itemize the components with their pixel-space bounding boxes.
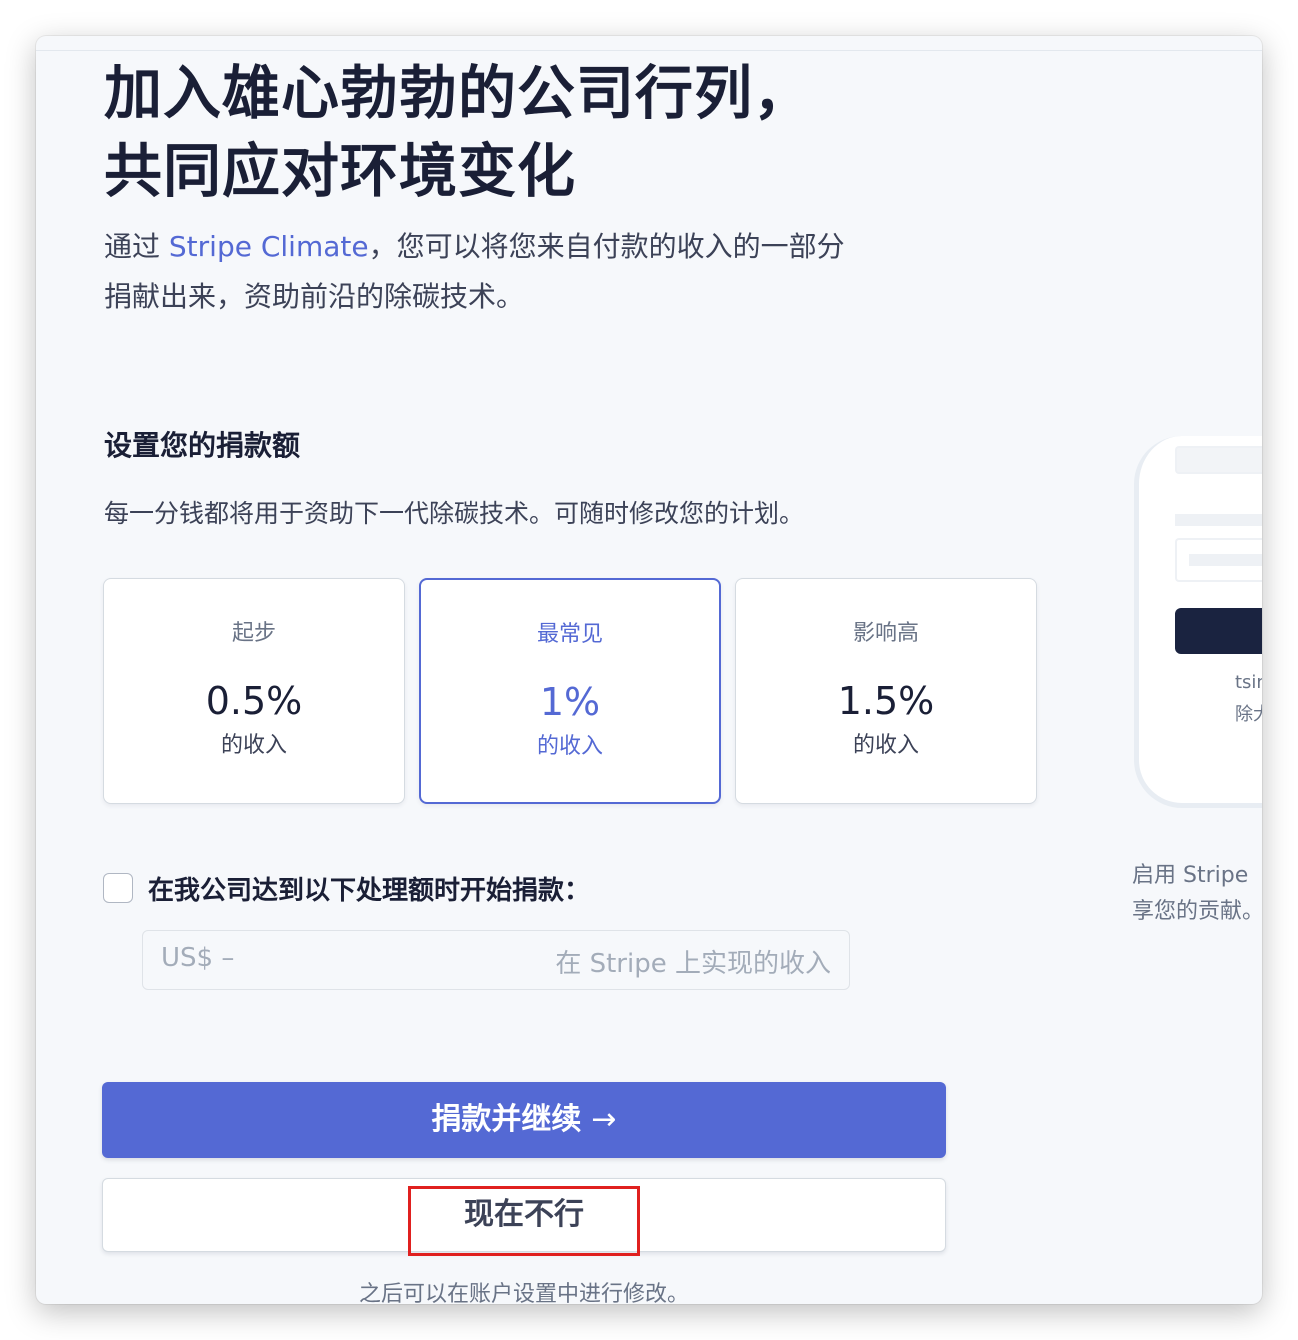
threshold-amount-input[interactable]: US$ – 在 Stripe 上实现的收入: [142, 930, 850, 990]
donation-option-most-common[interactable]: 最常见 1% 的收入: [419, 578, 721, 804]
donation-section-title: 设置您的捐款额: [104, 429, 301, 462]
donate-button-label: 捐款并继续: [431, 1102, 582, 1137]
preview-label-bar: [1175, 514, 1262, 526]
preview-text-2: 除大: [1235, 704, 1262, 725]
header-divider: [36, 50, 1262, 51]
settings-footnote: 之后可以在账户设置中进行修改。: [358, 1282, 689, 1304]
option-unit: 的收入: [220, 733, 287, 758]
option-name: 最常见: [536, 622, 603, 647]
page-title-line-1: 加入雄心勃勃的公司行列，: [104, 59, 813, 127]
page-description: 通过 Stripe Climate，您可以将您来自付款的收入的一部分 捐献出来，…: [104, 222, 964, 322]
preview-field: [1175, 446, 1262, 474]
donation-section-description: 每一分钱都将用于资助下一代除碳技术。可随时修改您的计划。: [104, 499, 805, 528]
threshold-checkbox-label[interactable]: 在我公司达到以下处理额时开始捐款：: [148, 870, 590, 907]
preview-input: [1175, 538, 1262, 582]
not-now-button[interactable]: 现在不行: [102, 1178, 946, 1252]
threshold-checkbox[interactable]: [103, 873, 133, 903]
option-name: 起步: [231, 621, 276, 646]
description-text: 通过: [104, 230, 169, 263]
option-percent: 0.5%: [205, 679, 303, 723]
app-window: 加入雄心勃勃的公司行列， 共同应对环境变化 通过 Stripe Climate，…: [36, 36, 1262, 1304]
phone-preview: tsin 除大: [1134, 436, 1262, 808]
amount-suffix: 在 Stripe 上实现的收入: [555, 949, 831, 979]
arrow-right-icon: →: [591, 1102, 617, 1137]
donation-option-high-impact[interactable]: 影响高 1.5% 的收入: [735, 578, 1037, 804]
option-percent: 1.5%: [837, 679, 935, 723]
option-percent: 1%: [539, 680, 601, 724]
donation-option-starter[interactable]: 起步 0.5% 的收入: [103, 578, 405, 804]
stripe-climate-link[interactable]: Stripe Climate: [169, 230, 369, 263]
donation-options: 起步 0.5% 的收入 最常见 1% 的收入 影响高 1.5% 的收入: [103, 578, 1037, 804]
page-title-line-2: 共同应对环境变化: [104, 137, 577, 205]
description-line-2: 捐献出来，资助前沿的除碳技术。: [104, 280, 525, 313]
preview-caption-line-2: 享您的贡献。: [1132, 899, 1262, 924]
option-unit: 的收入: [852, 733, 919, 758]
preview-pay-button: [1175, 608, 1262, 654]
description-text-cont: ，您可以将您来自付款的收入的一部分: [368, 230, 845, 263]
preview-text-1: tsin: [1235, 672, 1262, 693]
option-unit: 的收入: [536, 734, 603, 759]
page-title: 加入雄心勃勃的公司行列， 共同应对环境变化: [104, 54, 924, 210]
option-name: 影响高: [852, 621, 919, 646]
donate-and-continue-button[interactable]: 捐款并继续 →: [102, 1082, 946, 1158]
preview-caption: 启用 Stripe 享您的贡献。: [1132, 858, 1262, 930]
currency-prefix: US$ –: [161, 943, 235, 973]
not-now-button-label: 现在不行: [464, 1197, 584, 1232]
preview-caption-line-1: 启用 Stripe: [1132, 863, 1249, 888]
